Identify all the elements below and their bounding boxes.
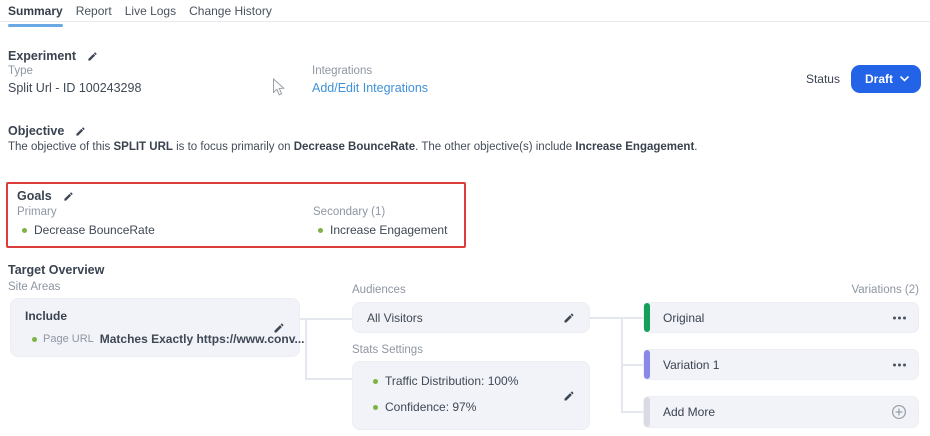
stats-settings-card: Traffic Distribution: 100% Confidence: 9…	[352, 361, 590, 430]
stats-dot-icon	[373, 378, 378, 384]
goal-dot-icon	[22, 227, 27, 233]
stats-dot-icon	[373, 404, 378, 410]
site-areas-card-title: Include	[25, 309, 68, 323]
secondary-goal-label: Secondary (1)	[313, 206, 386, 218]
summary-page: Summary Report Live Logs Change History …	[0, 0, 930, 436]
edit-goals-icon[interactable]	[63, 191, 74, 202]
mouse-cursor-icon	[273, 78, 285, 96]
connector-line	[590, 317, 643, 319]
stats-item-traffic: Traffic Distribution: 100%	[373, 374, 518, 388]
experiment-heading: Experiment	[8, 49, 98, 63]
goal-dot-icon	[318, 227, 323, 233]
condition-text: Matches Exactly https://www.conv...	[99, 332, 305, 346]
goals-heading: Goals	[17, 189, 74, 203]
target-overview-heading: Target Overview	[8, 263, 104, 277]
audiences-card: All Visitors	[352, 302, 590, 333]
add-more-card[interactable]: Add More	[643, 396, 919, 428]
variation-name: Variation 1	[663, 357, 720, 372]
chevron-down-icon	[900, 76, 909, 82]
integrations-label: Integrations	[312, 65, 373, 77]
status-value: Draft	[864, 72, 893, 86]
variation-card-original[interactable]: Original	[643, 302, 919, 333]
edit-stats-icon[interactable]	[563, 390, 575, 402]
site-areas-condition: Page URL Matches Exactly https://www.con…	[32, 332, 304, 346]
edit-audiences-icon[interactable]	[563, 312, 575, 324]
objective-heading-label: Objective	[8, 124, 65, 138]
connector-line	[305, 378, 352, 380]
status-area: Status Draft	[806, 65, 921, 93]
type-label: Type	[8, 65, 33, 77]
connector-line	[621, 411, 643, 413]
status-dropdown-button[interactable]: Draft	[850, 65, 921, 93]
connector-line	[300, 318, 352, 320]
integrations-link[interactable]: Add/Edit Integrations	[312, 81, 428, 95]
variation-color-bar	[644, 350, 650, 379]
more-options-icon[interactable]	[893, 316, 906, 319]
stats-item-confidence: Confidence: 97%	[373, 400, 476, 414]
edit-objective-icon[interactable]	[75, 126, 86, 137]
primary-goal-item: Decrease BounceRate	[22, 223, 155, 237]
edit-site-areas-icon[interactable]	[273, 322, 285, 334]
variation-card-variation-1[interactable]: Variation 1	[643, 349, 919, 380]
status-label: Status	[805, 72, 840, 86]
condition-dot-icon	[32, 336, 37, 342]
add-more-color-bar	[644, 397, 650, 427]
secondary-goal-value: Increase Engagement	[330, 223, 448, 237]
objective-heading: Objective	[8, 124, 86, 138]
variation-color-bar	[644, 303, 650, 332]
secondary-goal-item: Increase Engagement	[318, 223, 447, 237]
more-options-icon[interactable]	[893, 363, 906, 366]
audiences-label: Audiences	[352, 284, 406, 296]
stats-settings-label: Stats Settings	[352, 344, 423, 356]
condition-prefix: Page URL	[43, 333, 94, 345]
edit-experiment-icon[interactable]	[87, 51, 98, 62]
goals-heading-label: Goals	[17, 189, 52, 203]
variation-name: Original	[663, 310, 705, 325]
variations-label: Variations (2)	[851, 284, 919, 296]
site-areas-label: Site Areas	[8, 281, 61, 293]
type-value: Split Url - ID 100243298	[8, 81, 142, 95]
primary-goal-value: Decrease BounceRate	[34, 223, 155, 237]
experiment-heading-label: Experiment	[8, 49, 77, 63]
add-circle-icon[interactable]	[891, 404, 907, 420]
target-overview-heading-label: Target Overview	[8, 263, 105, 277]
add-more-label: Add More	[663, 405, 716, 419]
tab-divider	[0, 21, 930, 22]
audiences-value: All Visitors	[367, 310, 423, 325]
objective-text: The objective of this SPLIT URL is to fo…	[8, 141, 698, 153]
connector-line	[305, 319, 307, 380]
annotation-highlight-box	[6, 182, 466, 248]
connector-line	[621, 364, 643, 366]
site-areas-card: Include Page URL Matches Exactly https:/…	[10, 298, 304, 357]
primary-goal-label: Primary	[17, 206, 57, 218]
